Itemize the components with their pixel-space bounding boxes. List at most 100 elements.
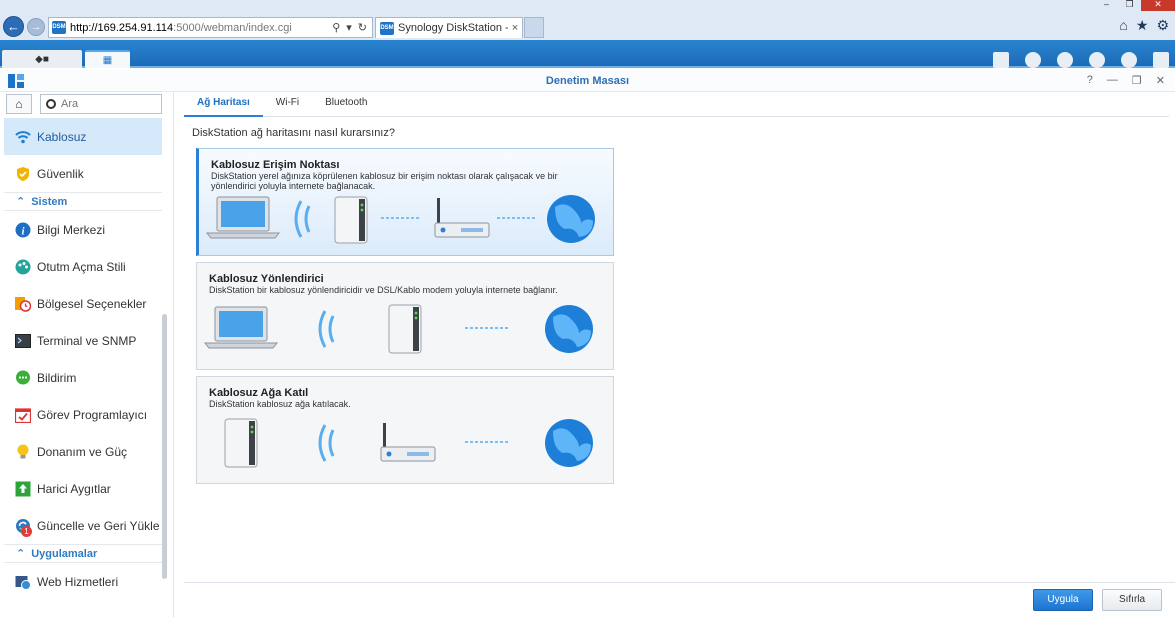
sidebar-item-login-style[interactable]: Otutm Açma Stili [4, 248, 162, 285]
desktop-icon: ◆■ [35, 53, 49, 65]
sidebar-item-label: Terminal ve SNMP [37, 333, 137, 348]
user-icon[interactable] [1057, 52, 1073, 68]
sidebar-item-security[interactable]: Güvenlik [4, 155, 162, 192]
sidebar-item-info-center[interactable]: i Bilgi Merkezi [4, 211, 162, 248]
main-content: Ağ Haritası Wi-Fi Bluetooth DiskStation … [184, 92, 1175, 617]
globe-icon [545, 419, 593, 467]
sidebar-item-label: Görev Programlayıcı [37, 407, 148, 422]
browser-tab[interactable]: DSM Synology DiskStation - Disk... × [375, 17, 523, 38]
sidebar-item-web-services[interactable]: Web Hizmetleri [4, 563, 162, 600]
wifi-wave-icon [318, 424, 335, 462]
widget-icon[interactable] [1121, 52, 1137, 68]
sidebar-group-system[interactable]: ⌃ Sistem [4, 192, 162, 211]
dropdown-icon[interactable]: ▾ [346, 21, 352, 34]
sidebar-item-external-devices[interactable]: Harici Aygıtlar [4, 470, 162, 507]
update-icon: 1 [15, 518, 32, 537]
upload-icon [15, 481, 31, 497]
browser-toolbar-icons: ⌂ ★ ⚙ [1119, 17, 1169, 34]
taskbar-control-panel[interactable]: ▦ [85, 50, 130, 68]
sidebar-group-label: Uygulamalar [31, 547, 98, 560]
minimize-button[interactable]: ‒ [1095, 0, 1118, 11]
minimize-icon[interactable]: — [1107, 74, 1118, 87]
home-icon[interactable]: ⌂ [1119, 17, 1127, 34]
sidebar-group-label: Sistem [31, 195, 68, 208]
calendar-icon [15, 407, 31, 423]
nas-icon [388, 304, 422, 354]
home-icon: ⌂ [15, 97, 23, 111]
search-icon[interactable] [1089, 52, 1105, 68]
shield-icon [15, 166, 31, 182]
chevron-up-icon: ⌃ [16, 548, 26, 560]
tab-wifi[interactable]: Wi-Fi [263, 92, 312, 117]
sidebar-item-update-restore[interactable]: 1 Güncelle ve Geri Yükle [4, 507, 162, 544]
search-icon[interactable]: ⚲ [332, 21, 340, 34]
home-button[interactable]: ⌂ [6, 94, 32, 114]
tab-close-icon[interactable]: × [508, 22, 522, 34]
address-bar[interactable]: DSM http://169.254.91.114:5000/webman/in… [48, 17, 373, 38]
windows-icon[interactable] [1153, 52, 1169, 68]
restore-button[interactable]: ❐ [1118, 0, 1141, 11]
option-title: Kablosuz Yönlendirici [209, 273, 324, 285]
star-icon[interactable]: ★ [1136, 17, 1149, 34]
refresh-icon[interactable]: ↻ [358, 21, 367, 34]
option-title: Kablosuz Ağa Katıl [209, 387, 309, 399]
sidebar-item-wireless[interactable]: Kablosuz [4, 118, 162, 155]
sidebar-list: Kablosuz Güvenlik ⌃ Sistem i Bilgi Merke… [0, 118, 166, 600]
new-tab-button[interactable] [524, 17, 544, 38]
back-button[interactable]: ← [3, 16, 24, 37]
reset-button[interactable]: Sıfırla [1102, 589, 1162, 611]
access-point-diagram [205, 195, 595, 244]
sidebar-item-task-scheduler[interactable]: Görev Programlayıcı [4, 396, 162, 433]
close-window-button[interactable]: ✕ [1141, 0, 1175, 11]
globe-icon [545, 305, 593, 353]
update-badge: 1 [21, 525, 32, 537]
tab-bluetooth[interactable]: Bluetooth [312, 92, 380, 117]
close-icon[interactable]: ✕ [1156, 74, 1165, 87]
option-wireless-access-point[interactable]: Kablosuz Erişim Noktası DiskStation yere… [196, 148, 614, 256]
control-panel-window: Denetim Masası ? — ❐ ✕ ⌂ Kablosuz [0, 70, 1175, 617]
sidebar-item-label: Harici Aygıtlar [37, 481, 111, 496]
nas-icon [224, 418, 258, 468]
taskbar-tray [993, 52, 1169, 68]
dsm-favicon: DSM [52, 21, 66, 34]
sidebar-item-label: Güvenlik [37, 166, 84, 181]
search-input[interactable] [61, 98, 151, 110]
search-box [40, 94, 162, 114]
sidebar-item-label: Güncelle ve Geri Yükle [37, 518, 160, 533]
maximize-icon[interactable]: ❐ [1132, 74, 1142, 87]
upload-queue-icon[interactable] [993, 52, 1009, 68]
dsm-favicon: DSM [380, 21, 394, 35]
router-icon [380, 423, 436, 462]
palette-icon [15, 259, 31, 275]
chat-icon [15, 370, 31, 386]
forward-button[interactable]: → [27, 18, 45, 36]
wifi-wave-icon [318, 310, 335, 348]
option-description: DiskStation bir kablosuz yönlendiricidir… [209, 285, 558, 295]
sidebar-group-applications[interactable]: ⌃ Uygulamalar [4, 544, 162, 563]
notification-icon[interactable] [1025, 52, 1041, 68]
sidebar-item-terminal-snmp[interactable]: Terminal ve SNMP [4, 322, 162, 359]
option-join-wireless[interactable]: Kablosuz Ağa Katıl DiskStation kablosuz … [196, 376, 614, 484]
tab-network-map[interactable]: Ağ Haritası [184, 92, 263, 117]
option-wireless-router[interactable]: Kablosuz Yönlendirici DiskStation bir ka… [196, 262, 614, 370]
os-window-controls: ‒ ❐ ✕ [1095, 0, 1175, 11]
sidebar-item-notification[interactable]: Bildirim [4, 359, 162, 396]
sidebar-scrollbar[interactable] [162, 314, 167, 579]
help-icon[interactable]: ? [1087, 74, 1093, 87]
sidebar-item-label: Web Hizmetleri [37, 574, 119, 589]
clock-icon [15, 296, 31, 312]
address-url[interactable]: http://169.254.91.114:5000/webman/index.… [70, 22, 292, 34]
option-title: Kablosuz Erişim Noktası [211, 159, 340, 171]
sidebar-item-label: Kablosuz [37, 129, 87, 144]
sidebar-item-hardware-power[interactable]: Donanım ve Güç [4, 433, 162, 470]
apply-button[interactable]: Uygula [1033, 589, 1093, 611]
window-title: Denetim Masası [545, 75, 630, 87]
sidebar-item-regional-options[interactable]: Bölgesel Seçenekler [4, 285, 162, 322]
terminal-icon [15, 333, 31, 349]
router-icon [434, 198, 490, 238]
gear-icon[interactable]: ⚙ [1156, 17, 1169, 34]
web-icon [15, 574, 31, 590]
chevron-up-icon: ⌃ [16, 196, 26, 208]
nas-icon [334, 196, 368, 244]
show-desktop-button[interactable]: ◆■ [2, 50, 82, 68]
